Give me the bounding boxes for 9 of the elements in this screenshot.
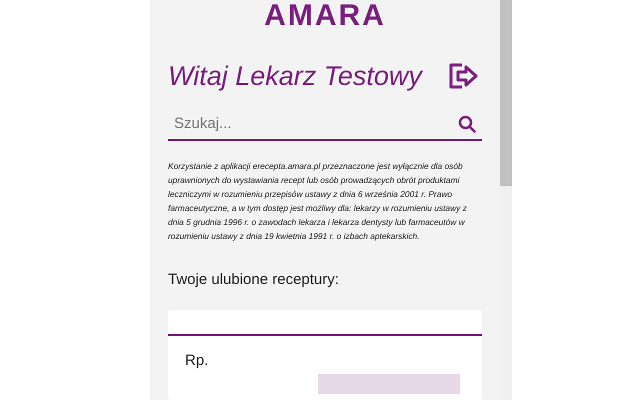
prescription-label: Rp. xyxy=(185,350,210,370)
logout-icon[interactable] xyxy=(448,62,480,90)
search-field[interactable]: Szukaj... xyxy=(168,112,482,141)
amara-logo: AMARA xyxy=(264,0,386,32)
search-icon[interactable] xyxy=(458,114,476,132)
scrollbar-thumb[interactable] xyxy=(500,0,512,186)
welcome-title: Witaj Lekarz Testowy xyxy=(168,60,422,93)
disclaimer-text: Korzystanie z aplikacji erecepta.amara.pl przeznaczone jest wyłącznie dla osób uprawnionych do wystawiania recept lub osób prowadzących obrót produktami leczniczymi w rozumieniu przepisów ustawy z dnia 6 września 2001 r. Prawo farmaceutyczne, a w tym dostęp jest możliwy dla: lekarzy w rozumieniu ustawy z dnia 5 grudnia 1996 r. o zawodach lekarza i lekarza dentysty lub farmaceutów w rozumieniu ustawy z dnia 19 kwietnia 1991 r. o izbach aptekarskich. xyxy=(168,160,468,243)
favorites-heading: Twoje ulubione receptury: xyxy=(168,270,340,290)
